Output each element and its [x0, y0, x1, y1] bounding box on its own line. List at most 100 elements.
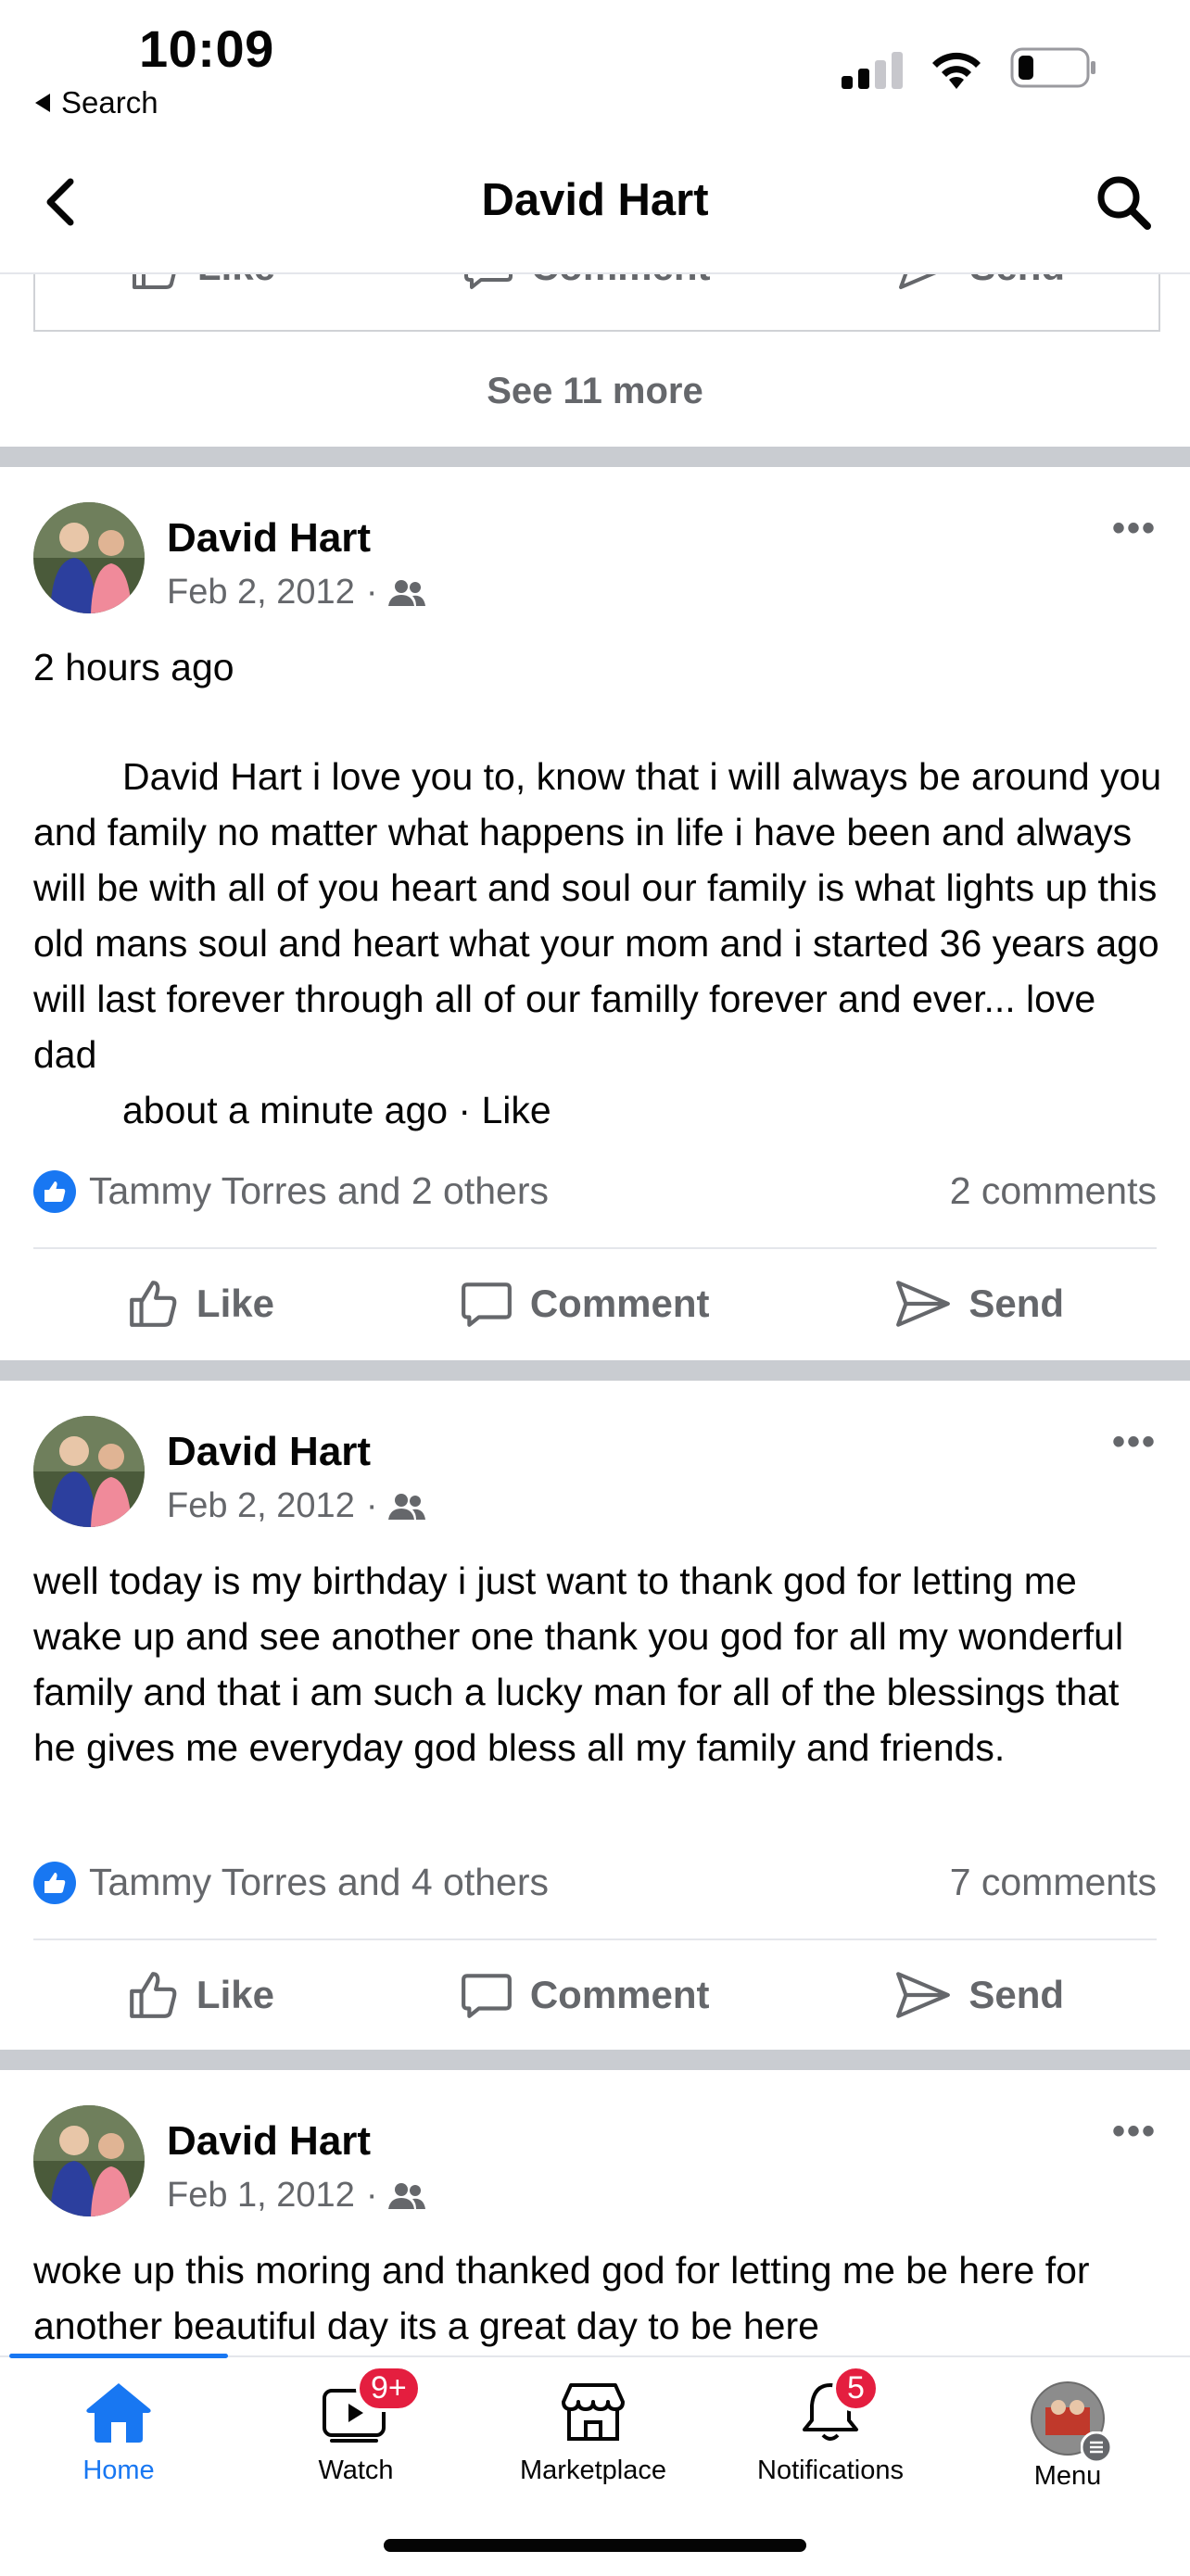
see-more-comments[interactable]: See 11 more — [0, 371, 1190, 412]
wifi-icon — [932, 52, 981, 89]
post-author[interactable]: David Hart — [167, 1429, 371, 1475]
send-button[interactable]: Send — [894, 1968, 1064, 2022]
like-reaction-icon — [33, 1861, 76, 1904]
back-to-app[interactable]: Search — [33, 85, 158, 120]
post-options-button[interactable]: ••• — [1112, 2111, 1157, 2153]
author-avatar[interactable] — [33, 2105, 145, 2216]
status-icons — [842, 46, 1097, 89]
thumbs-up-icon — [130, 1281, 177, 1327]
author-avatar[interactable] — [33, 502, 145, 613]
tab-notifications[interactable]: Notifications — [712, 2380, 949, 2486]
post-date: Feb 2, 2012 — [167, 1486, 355, 1525]
tab-menu-label: Menu — [1033, 2461, 1102, 2491]
comments-count[interactable]: 7 comments — [950, 1861, 1157, 1904]
reactions-text: Tammy Torres and 4 others — [89, 1861, 550, 1903]
send-icon — [896, 1281, 951, 1327]
author-avatar[interactable] — [33, 1416, 145, 1527]
thumbs-up-icon — [130, 1972, 177, 2018]
prev-like-label: Like — [197, 274, 275, 289]
cellular-signal-icon — [842, 52, 903, 89]
post-author[interactable]: David Hart — [167, 2118, 371, 2165]
post-separator — [0, 2050, 1190, 2070]
post-meta: Feb 1, 2012 · — [167, 2176, 426, 2216]
notifications-badge: 5 — [832, 2365, 880, 2412]
prev-comment-button[interactable]: Comment — [462, 274, 711, 293]
tab-marketplace-label: Marketplace — [520, 2456, 666, 2485]
send-icon — [899, 274, 937, 289]
back-app-label: Search — [61, 85, 158, 120]
post-actions: Like Comment Send — [33, 1968, 1157, 2022]
prev-send-label: Send — [969, 274, 1065, 289]
back-triangle-icon — [35, 94, 50, 112]
avatar-photo — [33, 2105, 145, 2216]
post-separator — [0, 447, 1190, 467]
reactions-summary[interactable]: Tammy Torres and 4 others — [33, 1861, 549, 1904]
watch-badge: 9+ — [356, 2365, 422, 2412]
search-button[interactable] — [1094, 172, 1153, 236]
avatar-photo — [33, 1416, 145, 1527]
home-indicator — [384, 2539, 806, 2552]
battery-icon — [1010, 47, 1095, 88]
comments-count[interactable]: 2 comments — [950, 1169, 1157, 1213]
prev-post-actions: Like Comment Send — [33, 274, 1160, 332]
post-actions: Like Comment Send — [33, 1277, 1157, 1331]
send-label: Send — [968, 1973, 1065, 2016]
post-text-body: well today is my birthday i just want to… — [33, 1559, 1124, 1769]
like-label: Like — [196, 1973, 274, 2016]
active-tab-indicator — [9, 2354, 228, 2358]
reactions-text: Tammy Torres and 2 others — [89, 1169, 550, 1212]
prev-like-button[interactable]: Like — [129, 274, 275, 293]
post-date: Feb 1, 2012 — [167, 2176, 355, 2215]
send-label: Send — [968, 1282, 1065, 1325]
like-button[interactable]: Like — [126, 1968, 274, 2022]
status-time: 10:09 — [139, 19, 274, 78]
prev-comment-label: Comment — [531, 274, 711, 289]
tab-home-label: Home — [82, 2456, 155, 2485]
tab-notifications-label: Notifications — [757, 2456, 904, 2485]
marketplace-icon — [562, 2383, 625, 2441]
post-options-button[interactable]: ••• — [1112, 508, 1157, 549]
thumbs-up-icon — [132, 274, 176, 289]
tab-marketplace[interactable]: Marketplace — [475, 2380, 712, 2486]
comment-label: Comment — [529, 1282, 710, 1325]
like-reaction-icon — [33, 1169, 76, 1213]
post-meta: Feb 2, 2012 · — [167, 573, 426, 612]
tab-watch[interactable]: Watch — [237, 2380, 475, 2486]
send-icon — [896, 1972, 951, 2018]
post-author[interactable]: David Hart — [167, 515, 371, 562]
comment-icon — [461, 1974, 512, 2018]
comment-button[interactable]: Comment — [460, 1277, 710, 1331]
reactions-divider — [33, 1938, 1157, 1940]
post-options-button[interactable]: ••• — [1112, 1421, 1157, 1463]
menu-hamburger-icon — [1081, 2431, 1112, 2463]
search-icon — [1097, 176, 1151, 230]
reactions-divider — [33, 1247, 1157, 1249]
friends-privacy-icon — [388, 1493, 426, 1520]
friends-privacy-icon — [388, 2182, 426, 2209]
comment-icon — [461, 1282, 512, 1327]
page-title: David Hart — [481, 175, 709, 225]
comment-label: Comment — [529, 1973, 710, 2016]
post-text-body: woke up this moring and thanked god for … — [33, 2249, 1090, 2347]
reactions-summary[interactable]: Tammy Torres and 2 others — [33, 1169, 549, 1213]
comment-icon — [463, 274, 513, 289]
reactions-row: Tammy Torres and 2 others 2 comments — [33, 1169, 1157, 1213]
avatar-photo — [33, 502, 145, 613]
tab-home[interactable]: Home — [0, 2380, 237, 2486]
like-label: Like — [196, 1282, 274, 1325]
menu-avatar — [1029, 2380, 1112, 2463]
post-date: Feb 2, 2012 — [167, 573, 355, 612]
comment-button[interactable]: Comment — [460, 1968, 710, 2022]
post-text-body: David Hart i love you to, know that i wi… — [33, 755, 1162, 1076]
post-text-footer: about a minute ago · Like — [122, 1089, 551, 1131]
prev-send-button[interactable]: Send — [897, 274, 1065, 293]
post-text-time: 2 hours ago — [33, 646, 234, 688]
post-meta: Feb 2, 2012 · — [167, 1486, 426, 1526]
like-button[interactable]: Like — [126, 1277, 274, 1331]
home-icon — [86, 2383, 151, 2443]
tab-watch-label: Watch — [318, 2456, 394, 2485]
post-separator — [0, 1360, 1190, 1381]
send-button[interactable]: Send — [894, 1277, 1064, 1331]
friends-privacy-icon — [388, 579, 426, 606]
tab-menu[interactable]: Menu — [949, 2380, 1186, 2492]
